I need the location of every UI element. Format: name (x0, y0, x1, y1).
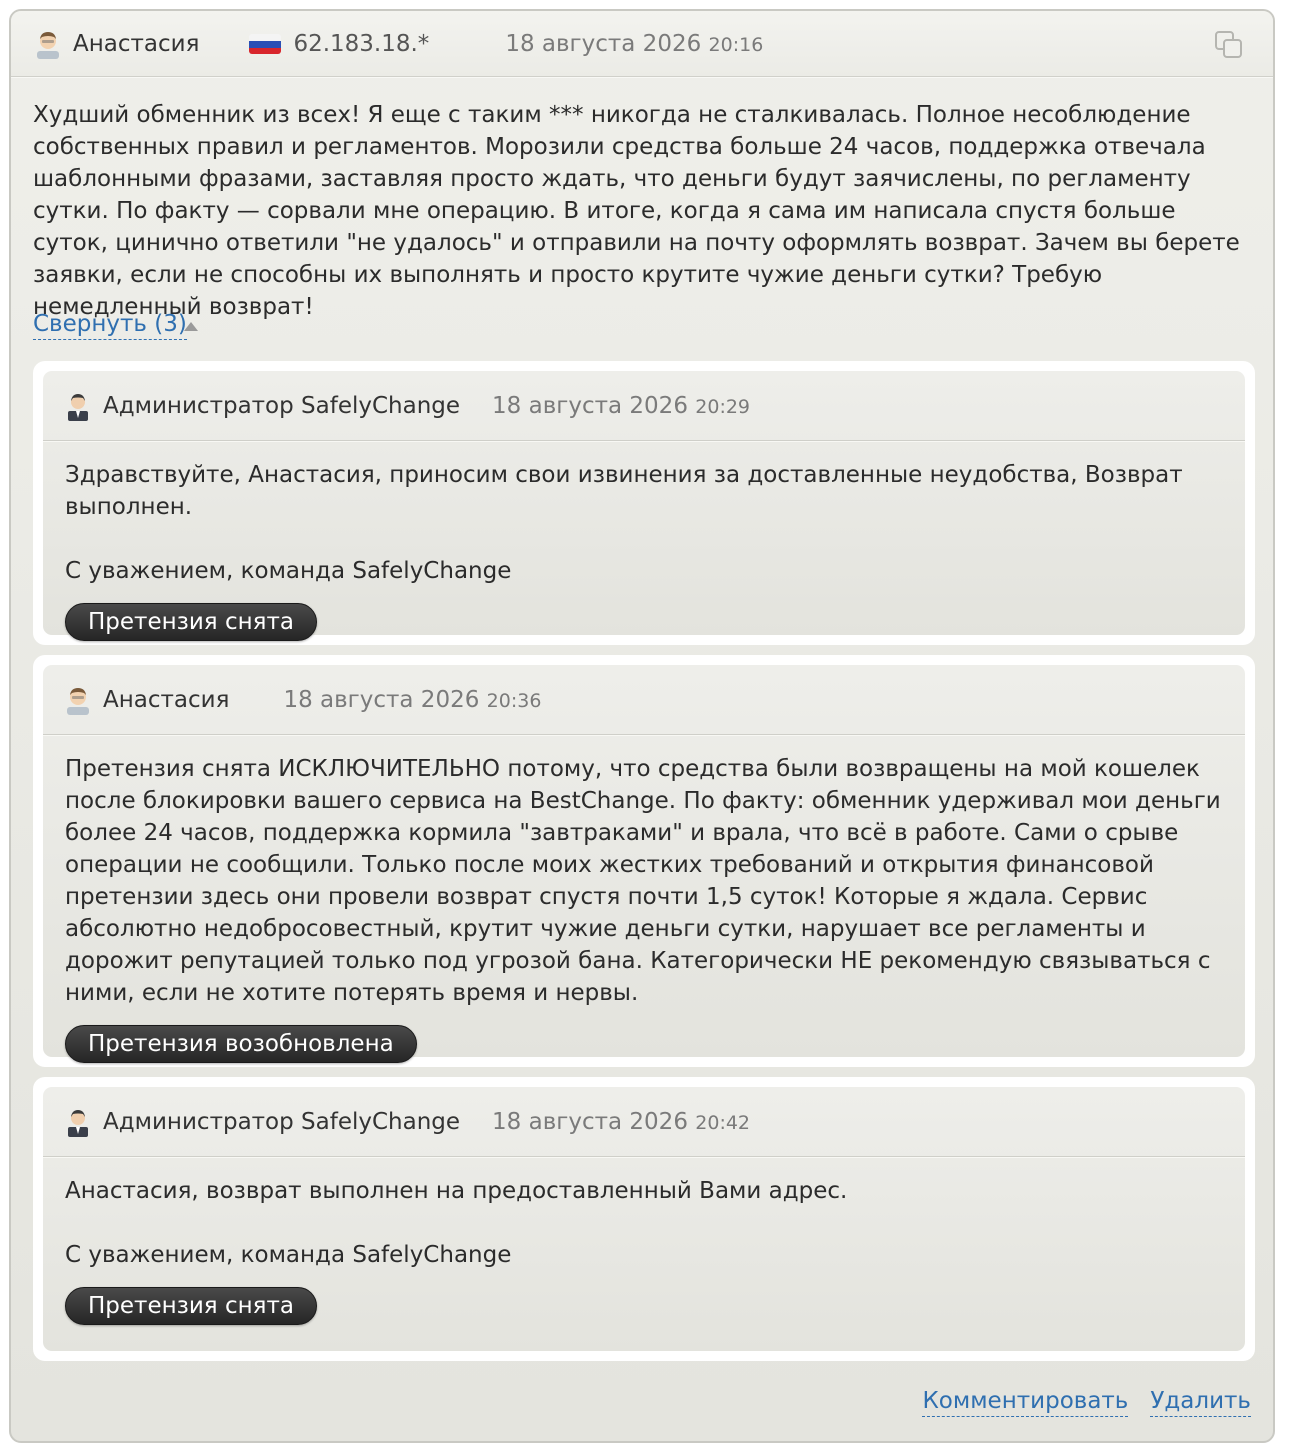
review-date-day: 18 августа 2026 (505, 30, 702, 57)
copy-icon[interactable] (1213, 29, 1245, 61)
reply-author: Анастасия (103, 686, 230, 713)
review-card: Анастасия 62.183.18.* 18 августа 2026 20… (9, 9, 1275, 1443)
reply-body: Здравствуйте, Анастасия, приносим свои и… (43, 441, 1245, 641)
reply-date-time: 20:36 (486, 689, 542, 712)
reply-container: Администратор SafelyChange 18 августа 20… (33, 361, 1255, 645)
review-author: Анастасия (73, 30, 200, 57)
collapse-arrow-icon[interactable] (184, 322, 198, 331)
reply: Анастасия 18 августа 2026 20:36 Претензи… (43, 665, 1245, 1063)
reply-date: 18 августа 2026 20:29 (492, 393, 750, 419)
status-badge: Претензия возобновлена (65, 1025, 417, 1063)
reply-author: Администратор SafelyChange (103, 392, 461, 419)
reply-date-day: 18 августа 2026 (492, 392, 688, 419)
reply-container: Администратор SafelyChange 18 августа 20… (33, 1077, 1255, 1361)
reply-text: Здравствуйте, Анастасия, приносим свои и… (65, 462, 1183, 520)
status-badge: Претензия снята (65, 603, 317, 641)
reply-signature: С уважением, команда SafelyChange (65, 1242, 512, 1268)
admin-avatar-icon (63, 391, 93, 421)
reply-date-time: 20:29 (695, 395, 751, 418)
reply: Администратор SafelyChange 18 августа 20… (43, 1087, 1245, 1351)
reply: Администратор SafelyChange 18 августа 20… (43, 371, 1245, 641)
admin-avatar-icon (63, 1107, 93, 1137)
reply-text: Анастасия, возврат выполнен на предостав… (65, 1178, 848, 1204)
delete-link[interactable]: Удалить (1150, 1386, 1251, 1417)
reply-header: Администратор SafelyChange 18 августа 20… (43, 1087, 1245, 1157)
reply-date-day: 18 августа 2026 (492, 1108, 688, 1135)
status-badge: Претензия снята (65, 1287, 317, 1325)
reply-signature: С уважением, команда SafelyChange (65, 558, 512, 584)
reply-body: Претензия снята ИСКЛЮЧИТЕЛЬНО потому, чт… (43, 735, 1245, 1063)
reply-date-time: 20:42 (695, 1111, 751, 1134)
reply-header: Анастасия 18 августа 2026 20:36 (43, 665, 1245, 735)
reply-body: Анастасия, возврат выполнен на предостав… (43, 1157, 1245, 1325)
user-avatar-icon (33, 29, 63, 59)
reply-date-day: 18 августа 2026 (283, 686, 480, 713)
reply-date: 18 августа 2026 20:36 (283, 687, 541, 713)
user-avatar-icon (63, 685, 93, 715)
review-date: 18 августа 2026 20:16 (505, 31, 763, 57)
footer-links: Комментировать Удалить (922, 1386, 1251, 1417)
reply-container: Анастасия 18 августа 2026 20:36 Претензи… (33, 655, 1255, 1067)
review-ip: 62.183.18.* (293, 30, 430, 57)
review-header: Анастасия 62.183.18.* 18 августа 2026 20… (11, 11, 1273, 77)
reply-header: Администратор SafelyChange 18 августа 20… (43, 371, 1245, 441)
review-date-time: 20:16 (708, 33, 764, 56)
comment-link[interactable]: Комментировать (922, 1386, 1129, 1417)
reply-date: 18 августа 2026 20:42 (492, 1109, 750, 1135)
russia-flag-icon (249, 33, 282, 54)
collapse-replies-link[interactable]: Свернуть (3) (33, 309, 187, 340)
review-text: Худший обменник из всех! Я еще с таким *… (33, 102, 1240, 320)
reply-text: Претензия снята ИСКЛЮЧИТЕЛЬНО потому, чт… (65, 756, 1221, 1006)
reply-author: Администратор SafelyChange (103, 1108, 461, 1135)
